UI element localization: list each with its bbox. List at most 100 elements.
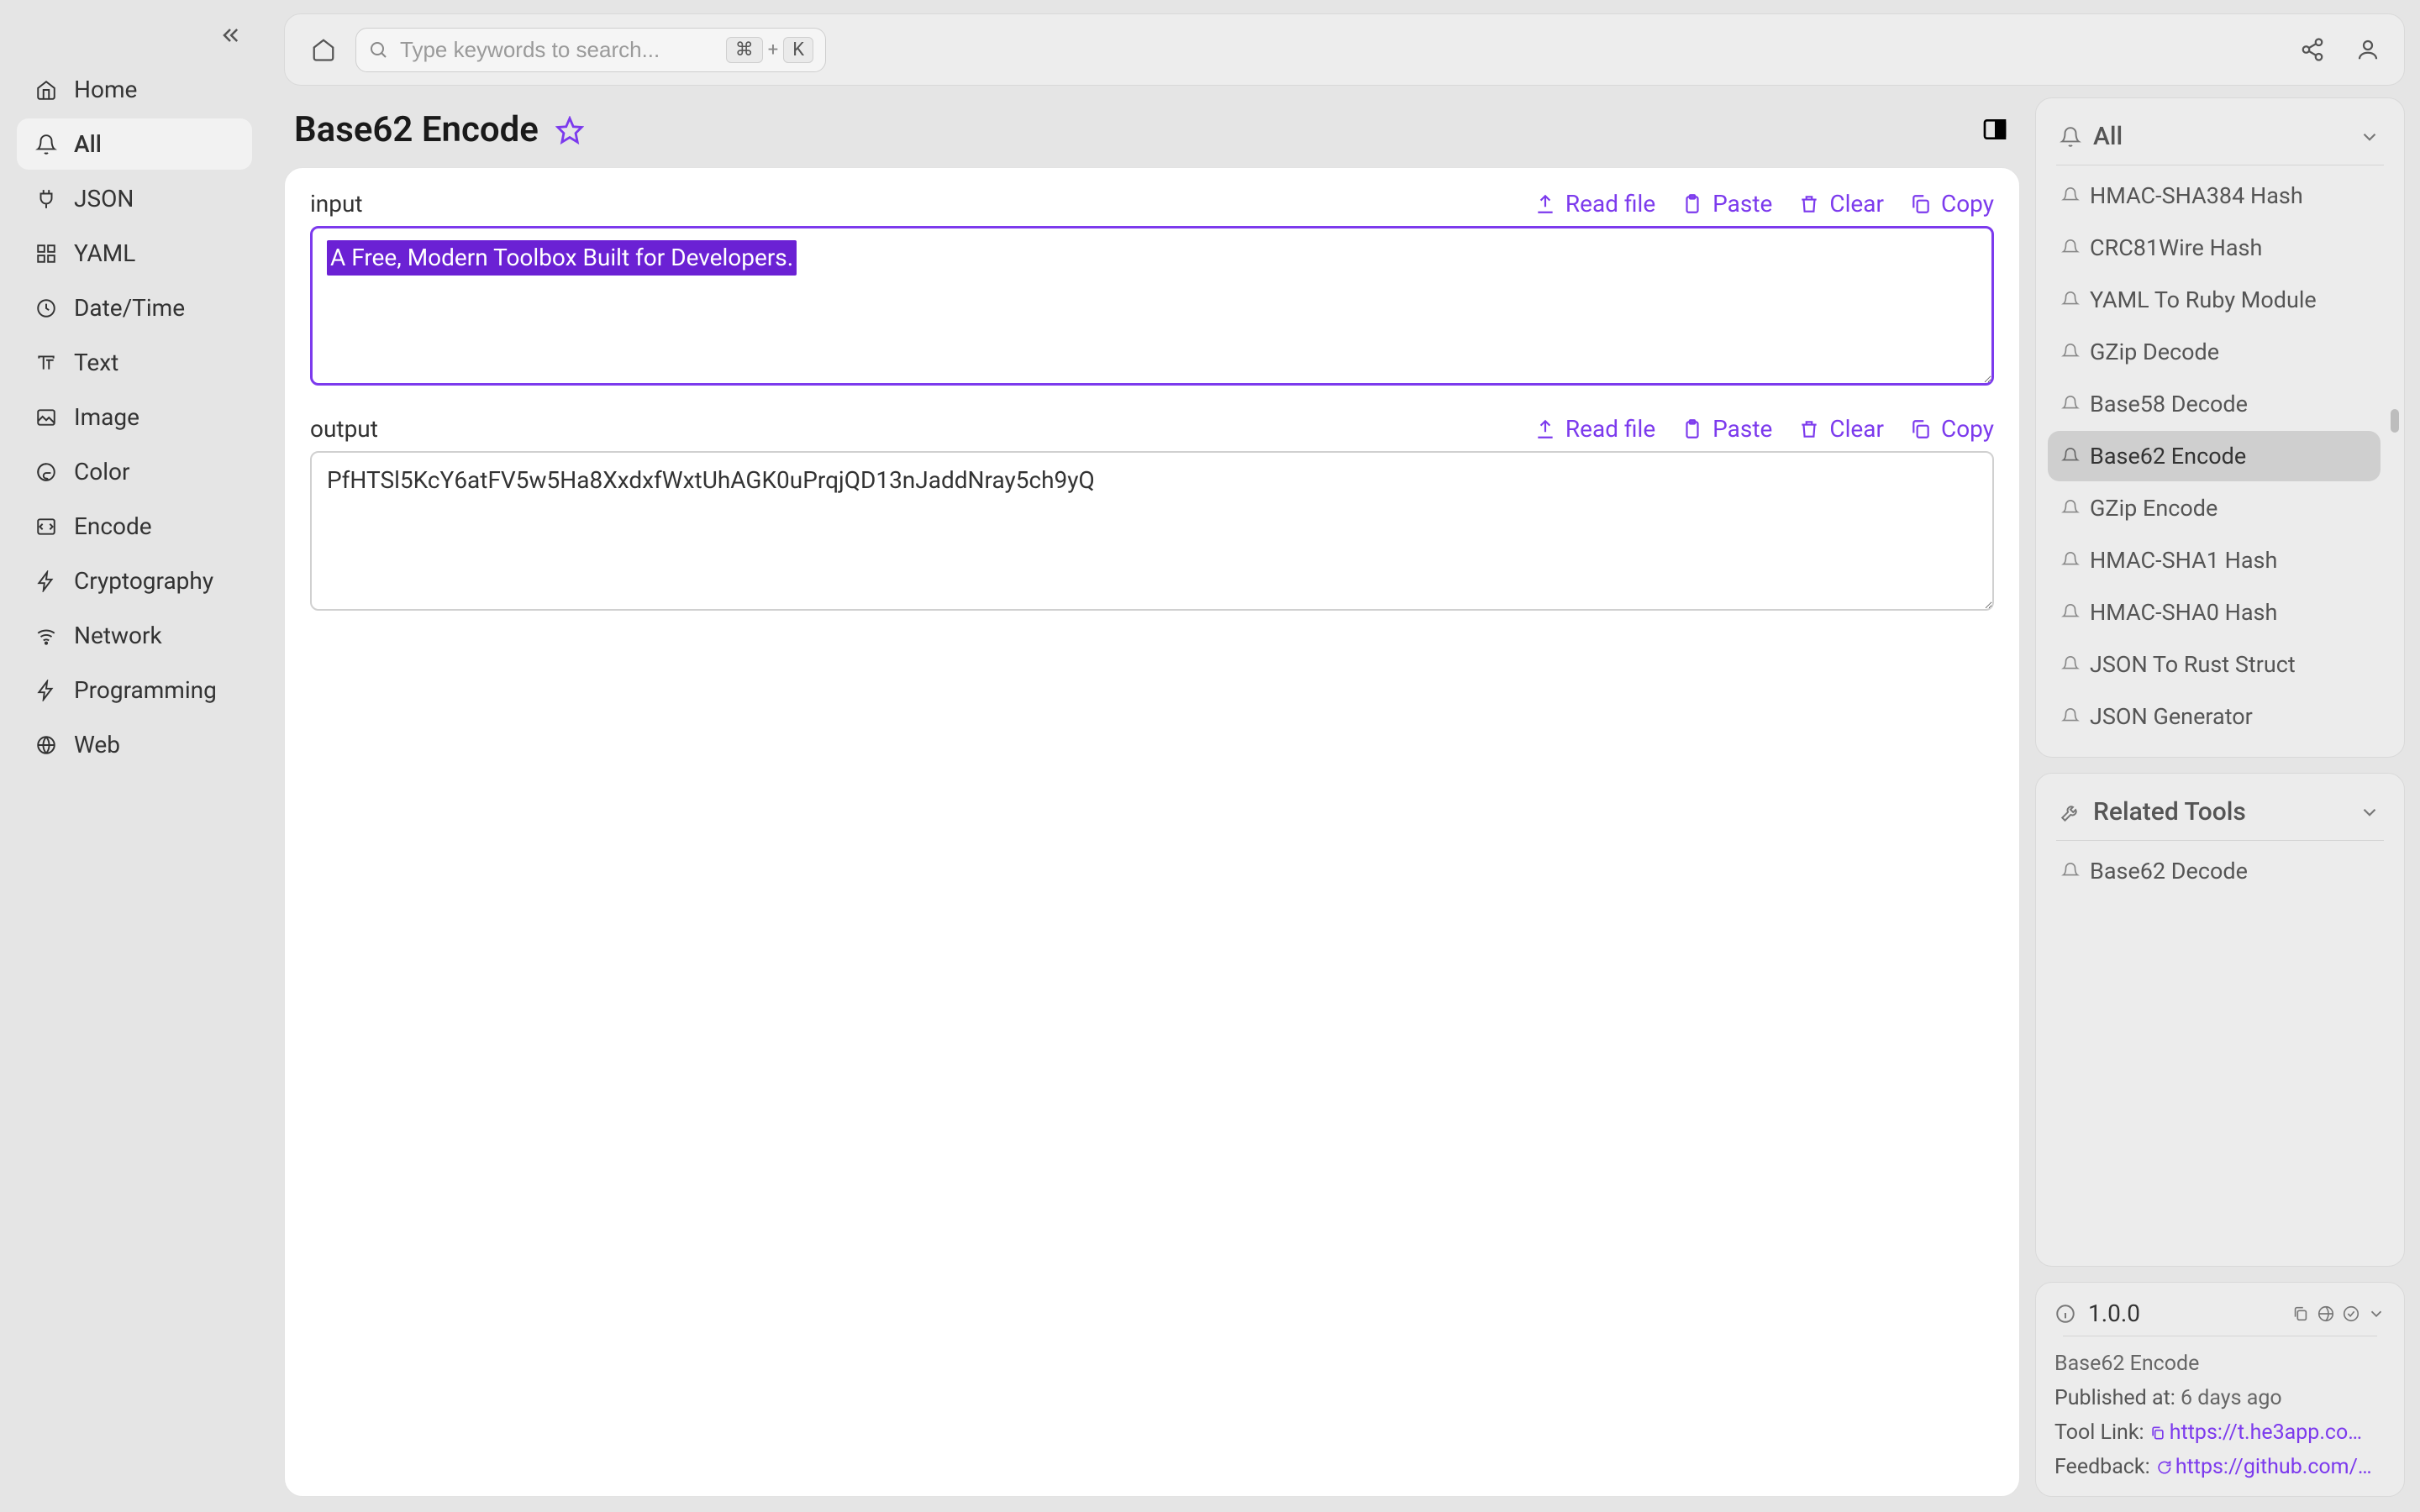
topbar: ⌘ + K <box>284 13 2405 86</box>
all-tools-panel: All HMAC-SHA384 Hash CRC81Wire Hash YAML… <box>2035 97 2405 758</box>
tool-item[interactable]: GZip Decode <box>2048 327 2381 377</box>
tool-link[interactable]: https://t.he3app.co… <box>2170 1420 2362 1445</box>
tool-item[interactable]: JSON Generator <box>2048 691 2381 742</box>
input-copy-button[interactable]: Copy <box>1909 190 1994 218</box>
input-clear-button[interactable]: Clear <box>1797 190 1884 218</box>
share-icon[interactable] <box>2300 37 2325 62</box>
globe-icon <box>34 732 59 758</box>
info-panel: 1.0.0 Base62 Encode Published at: 6 days… <box>2035 1282 2405 1497</box>
scrollbar-thumb[interactable] <box>2391 409 2399 433</box>
sidebar-item-label: Encode <box>74 512 152 540</box>
copy-icon[interactable] <box>2149 1425 2166 1441</box>
input-read-file-button[interactable]: Read file <box>1534 190 1655 218</box>
sidebar-item-color[interactable]: Color <box>17 446 252 497</box>
info-icon <box>2054 1303 2076 1325</box>
sidebar-item-json[interactable]: JSON <box>17 173 252 224</box>
search-input[interactable] <box>400 37 714 63</box>
info-tool-link: Tool Link: https://t.he3app.co… <box>2054 1420 2386 1445</box>
bell-icon <box>34 132 59 157</box>
sidebar-item-network[interactable]: Network <box>17 610 252 661</box>
sidebar-collapse-button[interactable] <box>17 17 252 64</box>
sidebar-item-label: Home <box>74 76 137 103</box>
grid-icon <box>34 241 59 266</box>
output-copy-button[interactable]: Copy <box>1909 415 1994 443</box>
sidebar-item-label: JSON <box>74 185 134 213</box>
sidebar-item-yaml[interactable]: YAML <box>17 228 252 279</box>
copy-icon <box>1909 192 1933 216</box>
bell-icon <box>2061 186 2080 205</box>
sidebar-item-home[interactable]: Home <box>17 64 252 115</box>
sidebar-item-text[interactable]: Text <box>17 337 252 388</box>
upload-icon <box>1534 417 1557 441</box>
bell-icon <box>2061 551 2080 570</box>
sidebar-item-encode[interactable]: Encode <box>17 501 252 552</box>
bell-icon <box>2061 603 2080 622</box>
input-textarea[interactable] <box>310 226 1994 386</box>
tool-item[interactable]: HMAC-SHA0 Hash <box>2048 587 2381 638</box>
sidebar-item-web[interactable]: Web <box>17 719 252 770</box>
feedback-link[interactable]: https://github.com/… <box>2175 1455 2372 1479</box>
trash-icon <box>1797 192 1821 216</box>
sidebar-item-label: Color <box>74 458 129 486</box>
chevron-down-icon[interactable] <box>2359 126 2381 148</box>
all-panel-title: All <box>2093 122 2347 151</box>
home-button[interactable] <box>308 34 339 65</box>
bolt-icon <box>34 569 59 594</box>
sidebar-item-label: YAML <box>74 239 135 267</box>
sidebar-item-image[interactable]: Image <box>17 391 252 443</box>
search-box[interactable]: ⌘ + K <box>355 28 826 72</box>
input-label: input <box>310 190 363 218</box>
output-textarea[interactable] <box>310 451 1994 611</box>
upload-icon <box>1534 192 1557 216</box>
sidebar-item-label: Cryptography <box>74 567 213 595</box>
globe-icon[interactable] <box>2317 1305 2335 1323</box>
chevron-down-icon[interactable] <box>2367 1305 2386 1323</box>
right-column: All HMAC-SHA384 Hash CRC81Wire Hash YAML… <box>2035 97 2405 1497</box>
bell-icon <box>2061 499 2080 517</box>
bell-icon <box>2061 291 2080 309</box>
sidebar-item-label: Date/Time <box>74 294 185 322</box>
panel-toggle-icon[interactable] <box>1981 116 2010 144</box>
bell-icon <box>2061 239 2080 257</box>
output-paste-button[interactable]: Paste <box>1681 415 1772 443</box>
message-icon[interactable] <box>2155 1459 2172 1476</box>
tool-item[interactable]: GZip Encode <box>2048 483 2381 533</box>
user-icon[interactable] <box>2355 37 2381 62</box>
star-icon[interactable] <box>555 116 584 144</box>
bell-icon <box>2061 343 2080 361</box>
palette-icon <box>34 459 59 485</box>
output-clear-button[interactable]: Clear <box>1797 415 1884 443</box>
tool-item[interactable]: HMAC-SHA384 Hash <box>2048 171 2381 221</box>
tool-item[interactable]: Base58 Decode <box>2048 379 2381 429</box>
wifi-icon <box>34 623 59 648</box>
chevron-down-icon[interactable] <box>2359 801 2381 823</box>
tool-item[interactable]: CRC81Wire Hash <box>2048 223 2381 273</box>
bell-icon <box>2060 126 2081 148</box>
bolt-icon <box>34 678 59 703</box>
output-read-file-button[interactable]: Read file <box>1534 415 1655 443</box>
related-panel-title: Related Tools <box>2093 797 2347 827</box>
tool-item[interactable]: JSON To Rust Struct <box>2048 639 2381 690</box>
clock-icon <box>34 296 59 321</box>
info-tool-name: Base62 Encode <box>2054 1352 2386 1376</box>
tool-item[interactable]: HMAC-SHA1 Hash <box>2048 535 2381 585</box>
related-item[interactable]: Base62 Decode <box>2048 846 2381 896</box>
tool-item[interactable]: YAML To Ruby Module <box>2048 275 2381 325</box>
bell-icon <box>2061 707 2080 726</box>
sidebar-item-cryptography[interactable]: Cryptography <box>17 555 252 606</box>
wrench-icon <box>2060 801 2081 823</box>
clipboard-icon <box>1681 192 1704 216</box>
sidebar-item-datetime[interactable]: Date/Time <box>17 282 252 333</box>
bell-icon <box>2061 655 2080 674</box>
sidebar-item-programming[interactable]: Programming <box>17 664 252 716</box>
input-paste-button[interactable]: Paste <box>1681 190 1772 218</box>
info-feedback: Feedback: https://github.com/… <box>2054 1455 2386 1479</box>
check-circle-icon[interactable] <box>2342 1305 2360 1323</box>
tool-item-active[interactable]: Base62 Encode <box>2048 431 2381 481</box>
copy-icon[interactable] <box>2291 1305 2310 1323</box>
clipboard-icon <box>1681 417 1704 441</box>
encode-icon <box>34 514 59 539</box>
main: ⌘ + K Base62 Encode <box>269 0 2420 1512</box>
sidebar-item-label: Network <box>74 622 162 649</box>
sidebar-item-all[interactable]: All <box>17 118 252 170</box>
